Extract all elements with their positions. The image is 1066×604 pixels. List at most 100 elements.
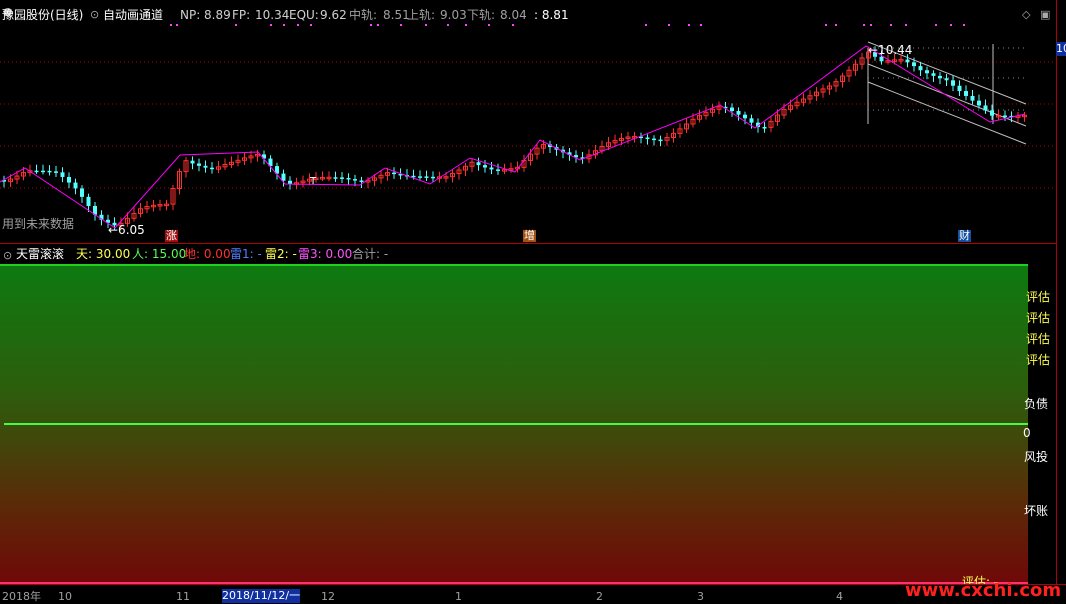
tian-value: 天: 30.00 [76,247,131,261]
pg-label-4: 评估 [1026,353,1051,367]
candle-body [41,170,45,173]
channel-lower [867,81,1027,145]
signal-dot [377,24,379,26]
signal-dot [447,24,449,26]
mid-label: 中轨: [349,8,378,22]
signal-dot [905,24,907,26]
equ-label: EQU: [289,8,319,22]
sub-indicator-name[interactable]: 天雷滚滚 [16,247,64,261]
candle-body [418,176,422,178]
up-label: 上轨: [407,8,436,22]
time-label-3: 3 [697,590,704,603]
candle-body [281,173,286,181]
candle-body [73,182,78,189]
candle-body [977,100,981,106]
signal-dot [863,24,865,26]
stock-name[interactable]: 豫园股份(日线) [2,8,83,22]
di-value: 地: 0.00 [184,247,231,261]
candle-body [86,196,91,206]
candle-body [951,80,955,86]
time-label-1: 1 [455,590,462,603]
t-marker: T [310,176,317,187]
indicator-toggle-icon[interactable]: ⊙ [3,249,12,262]
main-chart-panel[interactable]: ● 豫园股份(日线) ⊙ 自动画通道 NP: 8.89 FP: 10.34 EQ… [0,0,1056,243]
zero-line [4,423,1028,425]
kline-chart[interactable] [0,0,1056,243]
candle-body [931,73,936,76]
mid-value: 8.51 [383,8,410,22]
signal-dot [310,24,312,26]
signal-dot [488,24,490,26]
candle-body [912,62,916,67]
signal-dot [176,24,178,26]
up-value: 9.03 [440,8,467,22]
heji-value: 合计: - [352,247,389,261]
signal-dot [425,24,427,26]
signal-dot [963,24,965,26]
candle-body [645,137,650,140]
marker-cai[interactable]: 财 [958,230,971,242]
candle-body [925,70,929,74]
current-price-tag: 10 [1056,42,1066,56]
candle-body [340,177,344,179]
ren-value: 人: 15.00 [132,247,187,261]
marker-zhang[interactable]: 涨 [165,230,178,242]
signal-dot [170,24,172,26]
high-price-label: ←10.44 [868,43,913,57]
candle-body [1003,115,1007,118]
indicator-dropdown-icon[interactable]: ⊙ [90,8,99,21]
candle-body [652,138,656,141]
fuzhai-label: 负债 [1024,397,1049,411]
future-data-note: 用到未来数据 [2,217,75,231]
candle-body [970,95,975,101]
candle-body [990,110,994,116]
time-label-12: 12 [321,590,335,603]
lei3-value: 雷3: 0.00 [298,247,353,261]
candle-body [431,176,435,179]
signal-dot [870,24,872,26]
signal-dot [835,24,837,26]
candle-body [392,172,396,175]
candle-body [762,127,767,129]
candle-body [483,165,487,168]
indicator-name[interactable]: 自动画通道 [103,8,163,22]
watermark: www.cxchi.com [905,580,1062,601]
signal-dot [700,24,702,26]
time-label-2: 2 [596,590,603,603]
signal-dot [645,24,647,26]
signal-dot [688,24,690,26]
candle-body [983,105,988,111]
candle-body [476,162,481,166]
signal-dot [668,24,670,26]
candle-body [67,176,71,183]
candle-body [749,118,754,123]
extra-value: : 8.81 [534,8,569,22]
fp-label: FP: [232,8,251,22]
candle-body [411,175,416,178]
signal-dot [400,24,402,26]
candle-body [743,114,747,119]
candle-body [80,188,84,197]
marker-zeng[interactable]: 增 [523,230,536,242]
maximize-icon[interactable]: ▣ [1040,8,1050,21]
signal-dot [235,24,237,26]
candle-body [938,75,942,79]
signal-dot [825,24,827,26]
candle-body [197,163,201,166]
signal-dot [935,24,937,26]
candle-body [905,59,910,63]
fp-value: 10.34 [255,8,290,22]
diamond-icon[interactable]: ◇ [1022,8,1030,21]
price-axis[interactable] [1056,0,1066,584]
zero-label: 0 [1023,426,1031,440]
signal-dot [890,24,892,26]
candle-body [333,177,338,179]
pg-label-1: 评估 [1026,290,1051,304]
candle-body [489,167,494,170]
candle-body [203,165,208,168]
candle-body [359,180,364,183]
top-green-line [0,264,1028,266]
candle-body [736,111,741,115]
lei1-value: 雷1: - [230,247,262,261]
signal-dot [512,24,514,26]
